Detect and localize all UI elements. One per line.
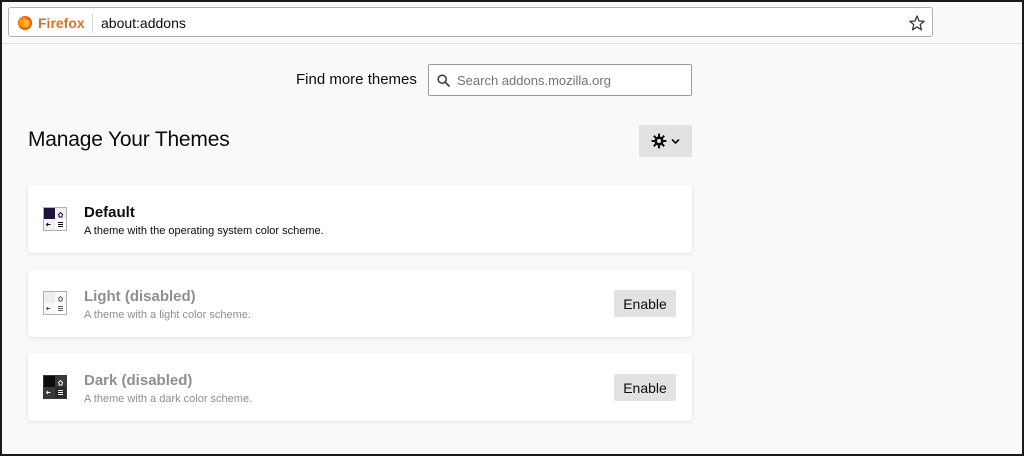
gear-icon [651, 133, 667, 149]
identity-box[interactable]: Firefox [17, 14, 85, 32]
tools-menu-button[interactable] [639, 125, 692, 157]
theme-description: A theme with a dark color scheme. [84, 393, 253, 405]
toolbar: Firefox about:addons [2, 2, 1022, 44]
search-icon [437, 74, 450, 87]
theme-name: Default [84, 204, 135, 221]
find-more-themes-label: Find more themes [296, 71, 417, 88]
addons-search-box[interactable] [428, 64, 692, 96]
star-icon[interactable] [908, 14, 926, 32]
firefox-logo-icon [18, 16, 32, 30]
theme-default-icon [43, 207, 67, 231]
enable-button[interactable]: Enable [614, 290, 676, 317]
search-input[interactable] [455, 66, 687, 94]
chevron-down-icon [671, 138, 680, 144]
theme-light-icon [43, 291, 67, 315]
theme-card-dark[interactable]: Dark (disabled) A theme with a dark colo… [28, 353, 692, 421]
theme-card-light[interactable]: Light (disabled) A theme with a light co… [28, 269, 692, 337]
identity-label: Firefox [38, 15, 85, 31]
theme-description: A theme with the operating system color … [84, 225, 324, 237]
enable-button[interactable]: Enable [614, 374, 676, 401]
url-text[interactable]: about:addons [101, 15, 186, 31]
page-title: Manage Your Themes [28, 128, 230, 151]
theme-name: Light (disabled) [84, 288, 196, 305]
theme-description: A theme with a light color scheme. [84, 309, 251, 321]
url-separator [92, 13, 93, 33]
theme-dark-icon [43, 375, 67, 399]
theme-name: Dark (disabled) [84, 372, 193, 389]
url-bar[interactable]: Firefox about:addons [8, 7, 933, 37]
theme-card-default[interactable]: Default A theme with the operating syste… [28, 185, 692, 253]
